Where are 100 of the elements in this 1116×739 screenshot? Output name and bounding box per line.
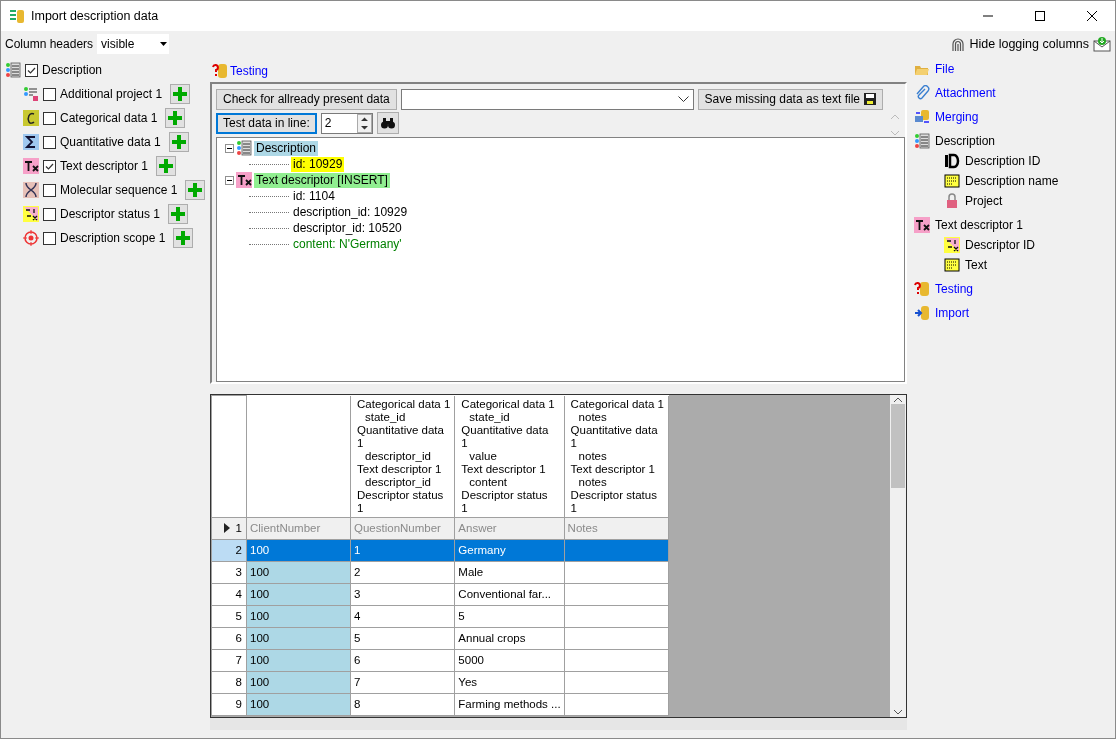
add-button[interactable] xyxy=(185,180,206,200)
row-number: 4 xyxy=(235,588,242,600)
scroll-down-icon[interactable] xyxy=(894,710,902,715)
result-dropdown[interactable] xyxy=(400,88,694,110)
list-icon xyxy=(5,62,21,78)
checkbox[interactable] xyxy=(43,159,56,173)
dna-icon xyxy=(23,182,39,198)
field-name: Answer xyxy=(458,522,497,534)
tree-node[interactable]: id: 1104 xyxy=(291,188,337,204)
table-cell: 3 xyxy=(354,588,361,600)
form-icon xyxy=(944,173,960,189)
table-label: Text descriptor 1 xyxy=(60,159,149,173)
step-link[interactable]: Attachment xyxy=(935,86,996,100)
close-icon xyxy=(1087,11,1097,21)
tree-node[interactable]: id: 10929 xyxy=(291,156,345,172)
maximize-icon xyxy=(1035,11,1045,21)
table-cell: Germany xyxy=(458,544,506,556)
table-cell: Annual crops xyxy=(458,632,526,644)
horizontal-scrollbar[interactable] xyxy=(210,718,907,730)
table-label: Categorical data 1 xyxy=(60,111,158,125)
scroll-arrows-icon xyxy=(890,113,900,137)
sigma-icon xyxy=(23,134,39,150)
collapse-icon[interactable] xyxy=(225,143,234,153)
add-button[interactable] xyxy=(156,156,177,176)
line-spinner[interactable]: 2 xyxy=(320,112,373,134)
table-cell: 2 xyxy=(354,566,361,578)
scrollbar[interactable] xyxy=(890,395,906,717)
table-cell: 1 xyxy=(354,544,361,556)
table-cell: 100 xyxy=(250,698,270,710)
checkbox[interactable] xyxy=(43,87,56,101)
table-cell: 8 xyxy=(354,698,361,710)
step-link[interactable]: Merging xyxy=(935,110,979,124)
merge-icon xyxy=(914,109,930,125)
row-number: 3 xyxy=(235,566,242,578)
scrollbar-thumb[interactable] xyxy=(891,404,905,488)
table-cell: 100 xyxy=(250,610,270,622)
test-data-button[interactable]: Test data in line: xyxy=(216,112,317,134)
table-cell: 5 xyxy=(458,610,465,622)
table-label: Description xyxy=(42,63,103,77)
plus-icon xyxy=(187,182,204,198)
table-cell: 4 xyxy=(354,610,361,622)
table-cell: Yes xyxy=(458,676,478,688)
plus-icon xyxy=(170,134,187,150)
tree-node[interactable]: descriptor_id: 10520 xyxy=(291,220,404,236)
save-missing-button[interactable]: Save missing data as text file xyxy=(697,88,883,110)
status-icon xyxy=(944,237,960,253)
table-cell: 100 xyxy=(250,632,270,644)
check-data-button[interactable]: Check for allready present data xyxy=(216,88,397,110)
text-icon xyxy=(236,172,252,188)
checkbox[interactable] xyxy=(43,231,56,245)
row-number: 8 xyxy=(235,676,242,688)
checkbox[interactable] xyxy=(43,183,56,197)
add-button[interactable] xyxy=(168,204,189,224)
add-button[interactable] xyxy=(165,108,186,128)
list-icon xyxy=(236,140,252,156)
table-cell: 7 xyxy=(354,676,361,688)
row-number: 1 xyxy=(235,521,242,534)
plus-icon xyxy=(158,158,175,174)
table-label: Quantitative data 1 xyxy=(60,135,161,149)
step-link[interactable]: Import xyxy=(935,306,969,320)
status-icon xyxy=(23,206,39,222)
column-header: Categorical data 1 state_id Quantitative data 1 value Text descriptor 1 content Descriptor status 1 xyxy=(461,397,556,515)
table-cell: 100 xyxy=(250,544,270,556)
id-icon xyxy=(944,153,960,169)
database-question-icon xyxy=(914,281,930,297)
tree-node[interactable]: Description xyxy=(254,140,319,156)
binoculars-icon xyxy=(379,115,396,131)
chevron-down-icon xyxy=(677,96,689,102)
scroll-up-icon[interactable] xyxy=(894,397,902,402)
table-label: Descriptor status 1 xyxy=(60,207,161,221)
find-button[interactable] xyxy=(376,112,399,134)
tree-node[interactable]: description_id: 10929 xyxy=(291,204,410,220)
step-link[interactable]: File xyxy=(935,62,955,76)
column-header: Categorical data 1 state_id Quantitative data 1 descriptor_id Text descriptor 1 descriptor_id Descriptor status 1 xyxy=(357,397,451,515)
table-cell: 100 xyxy=(250,588,270,600)
field-name: ClientNumber xyxy=(250,522,321,534)
add-button[interactable] xyxy=(173,228,194,248)
step-link[interactable]: Testing xyxy=(935,282,974,296)
add-button[interactable] xyxy=(170,84,191,104)
table-cell: Conventional far... xyxy=(458,588,552,600)
tree-node[interactable]: content: N'Germany' xyxy=(291,236,404,252)
collapse-icon[interactable] xyxy=(225,175,234,185)
add-button[interactable] xyxy=(168,132,189,152)
checkbox[interactable] xyxy=(43,111,56,125)
checkbox[interactable] xyxy=(43,207,56,221)
table-cell: 100 xyxy=(250,654,270,666)
spinner-arrows-icon xyxy=(356,113,372,133)
step-label: Text descriptor 1 xyxy=(935,218,1024,232)
tree-node[interactable]: Text descriptor [INSERT] xyxy=(254,172,390,188)
hide-logging-button[interactable]: Hide logging columns xyxy=(950,35,1089,52)
section-title: Testing xyxy=(230,64,269,78)
checkbox[interactable] xyxy=(25,63,38,77)
row-number: 6 xyxy=(235,632,242,644)
paperclip-icon xyxy=(914,85,930,101)
field-name: QuestionNumber xyxy=(354,522,441,534)
row-number: 7 xyxy=(235,654,242,666)
column-headers-dropdown[interactable]: visible xyxy=(97,33,170,54)
checkbox[interactable] xyxy=(43,135,56,149)
step-label: Description xyxy=(935,134,996,148)
table-label: Description scope 1 xyxy=(60,231,166,245)
